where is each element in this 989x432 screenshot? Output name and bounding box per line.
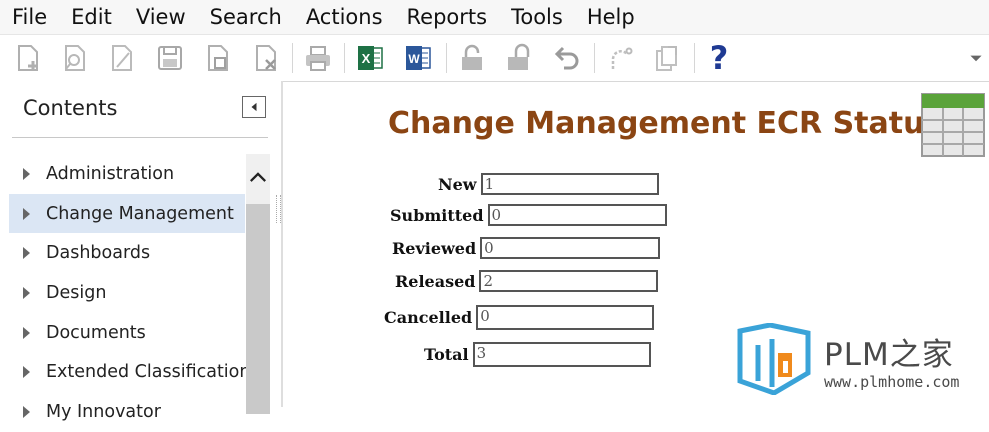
watermark-url: www.plmhome.com [824,373,960,391]
tree-item-documents[interactable]: Documents [9,313,245,353]
tree-item-label: Change Management [46,203,234,224]
menu-view[interactable]: View [124,0,198,34]
search-icon[interactable] [59,42,91,74]
toolbar-overflow-chevron-icon[interactable] [966,42,986,74]
scroll-up-button[interactable] [246,154,270,200]
field-label-cancelled: Cancelled [384,308,473,327]
field-row-reviewed: Reviewed 0 [392,237,661,259]
divider [12,137,268,138]
menu-reports[interactable]: Reports [395,0,500,34]
tree-item-label: Design [46,282,107,303]
field-submitted-value[interactable]: 0 [487,204,667,226]
collapse-panel-button[interactable] [242,96,266,118]
toolbar-separator [292,43,293,73]
watermark-brand: PLM之家 [824,337,954,373]
expand-arrow-icon[interactable] [23,247,30,260]
field-cancelled-value[interactable]: 0 [476,305,655,330]
excel-letter: X [362,51,371,66]
tree-item-label: Dashboards [46,243,151,264]
contents-tree: Administration Change Management Dashboa… [9,154,250,432]
tree-item-label: My Innovator [46,401,161,422]
help-icon[interactable]: ? [703,39,735,77]
field-label-submitted: Submitted [390,205,484,225]
scroll-thumb[interactable] [246,204,270,414]
table-icon[interactable] [921,93,985,157]
word-letter: W [408,52,420,66]
tree-item-change-management[interactable]: Change Management [9,193,245,234]
toolbar-separator [446,43,447,73]
contents-title: Contents [23,96,118,120]
expand-arrow-icon[interactable] [23,167,30,180]
page-title: Change Management ECR Status [388,106,943,141]
toolbar: X W ? [0,34,989,82]
expand-arrow-icon[interactable] [23,207,30,220]
tree-item-administration[interactable]: Administration [9,154,245,194]
tree-item-label: Documents [46,322,146,343]
field-row-new: New 1 [438,173,659,195]
tree-item-label: Extended Classification [46,362,251,383]
menu-edit[interactable]: Edit [59,0,124,34]
tree-item-design[interactable]: Design [9,273,245,313]
field-row-submitted: Submitted 0 [390,204,667,226]
new-icon[interactable] [12,42,44,74]
excel-icon[interactable]: X [354,42,386,74]
print-icon[interactable] [302,42,334,74]
contents-panel: Contents Administration Change Managemen… [0,81,283,422]
field-label-new: New [438,174,477,194]
toolbar-separator [694,43,695,73]
save-close-icon[interactable] [202,42,234,74]
expand-arrow-icon[interactable] [23,286,30,299]
field-new-value[interactable]: 1 [480,173,659,195]
field-label-released: Released [395,271,476,291]
tree-item-extended-classification[interactable]: Extended Classification [9,352,250,392]
undo-icon[interactable] [551,42,583,74]
menu-search[interactable]: Search [198,0,294,34]
edit-icon[interactable] [106,42,138,74]
field-row-cancelled: Cancelled 0 [384,305,655,330]
save-icon[interactable] [154,42,186,74]
chevron-up-icon [250,171,266,182]
field-label-total: Total [424,345,469,364]
discard-icon[interactable] [250,42,282,74]
chevron-left-icon [251,102,257,112]
menu-bar: File Edit View Search Actions Reports To… [0,0,989,34]
unlock-icon[interactable] [456,42,488,74]
field-label-reviewed: Reviewed [392,238,477,258]
toolbar-separator [594,43,595,73]
tree-item-dashboards[interactable]: Dashboards [9,233,245,273]
menu-actions[interactable]: Actions [294,0,395,34]
redo-icon[interactable] [604,42,636,74]
lock-icon[interactable] [503,42,535,74]
tree-item-my-innovator[interactable]: My Innovator [9,392,245,432]
plmhome-logo-icon [737,323,811,395]
watermark: PLM之家 www.plmhome.com [736,323,986,403]
field-total-value[interactable]: 3 [472,342,651,367]
export-icon[interactable] [651,42,683,74]
menu-tools[interactable]: Tools [499,0,575,34]
menu-help[interactable]: Help [575,0,647,34]
splitter-grip[interactable] [276,195,281,223]
tree-scrollbar[interactable] [246,154,270,414]
word-icon[interactable]: W [402,42,434,74]
field-reviewed-value[interactable]: 0 [480,237,661,259]
tree-item-label: Administration [46,163,175,184]
expand-arrow-icon[interactable] [23,326,30,339]
expand-arrow-icon[interactable] [23,405,30,418]
field-row-total: Total 3 [424,342,651,367]
toolbar-separator [344,43,345,73]
field-row-released: Released 2 [395,270,659,292]
field-released-value[interactable]: 2 [479,270,659,292]
expand-arrow-icon[interactable] [23,366,30,379]
menu-file[interactable]: File [0,0,59,34]
